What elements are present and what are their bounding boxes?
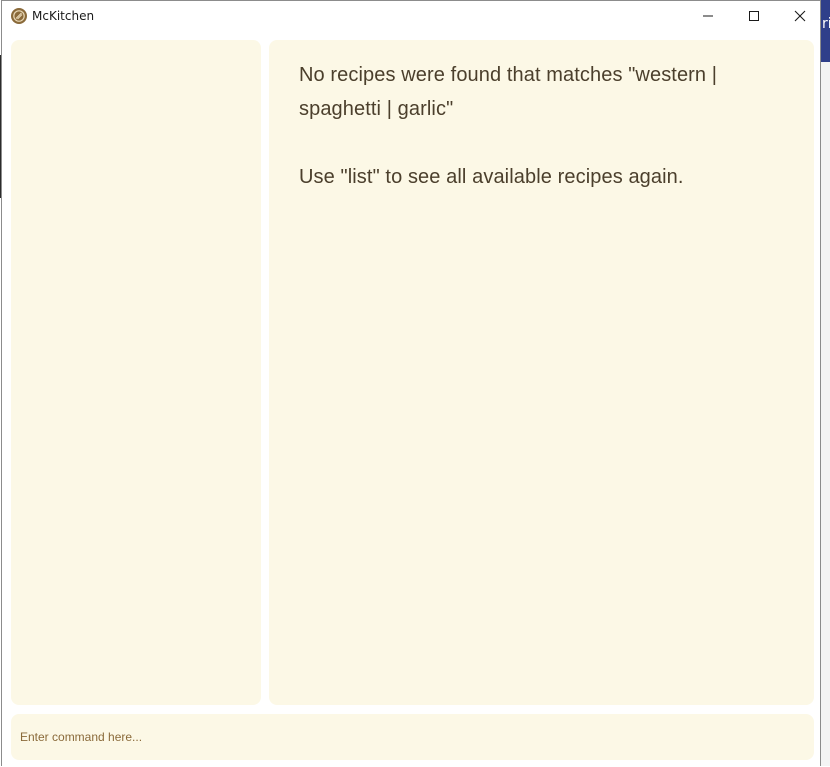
close-button[interactable]: [777, 1, 823, 31]
recipe-list-panel[interactable]: [11, 40, 261, 705]
minimize-button[interactable]: [685, 1, 731, 31]
maximize-button[interactable]: [731, 1, 777, 31]
command-input[interactable]: [11, 714, 814, 760]
main-content: No recipes were found that matches "west…: [2, 31, 820, 767]
background-desktop: ri: [820, 0, 830, 766]
title-bar[interactable]: McKitchen: [2, 1, 820, 31]
window-title: McKitchen: [32, 9, 95, 23]
maximize-icon: [749, 11, 759, 21]
close-icon: [794, 10, 806, 22]
app-window: McKitchen No recipes were found that mat…: [1, 0, 821, 767]
minimize-icon: [703, 15, 713, 17]
result-display-panel[interactable]: No recipes were found that matches "west…: [269, 40, 814, 705]
app-logo-icon: [11, 8, 27, 24]
result-message: No recipes were found that matches "west…: [299, 64, 718, 188]
